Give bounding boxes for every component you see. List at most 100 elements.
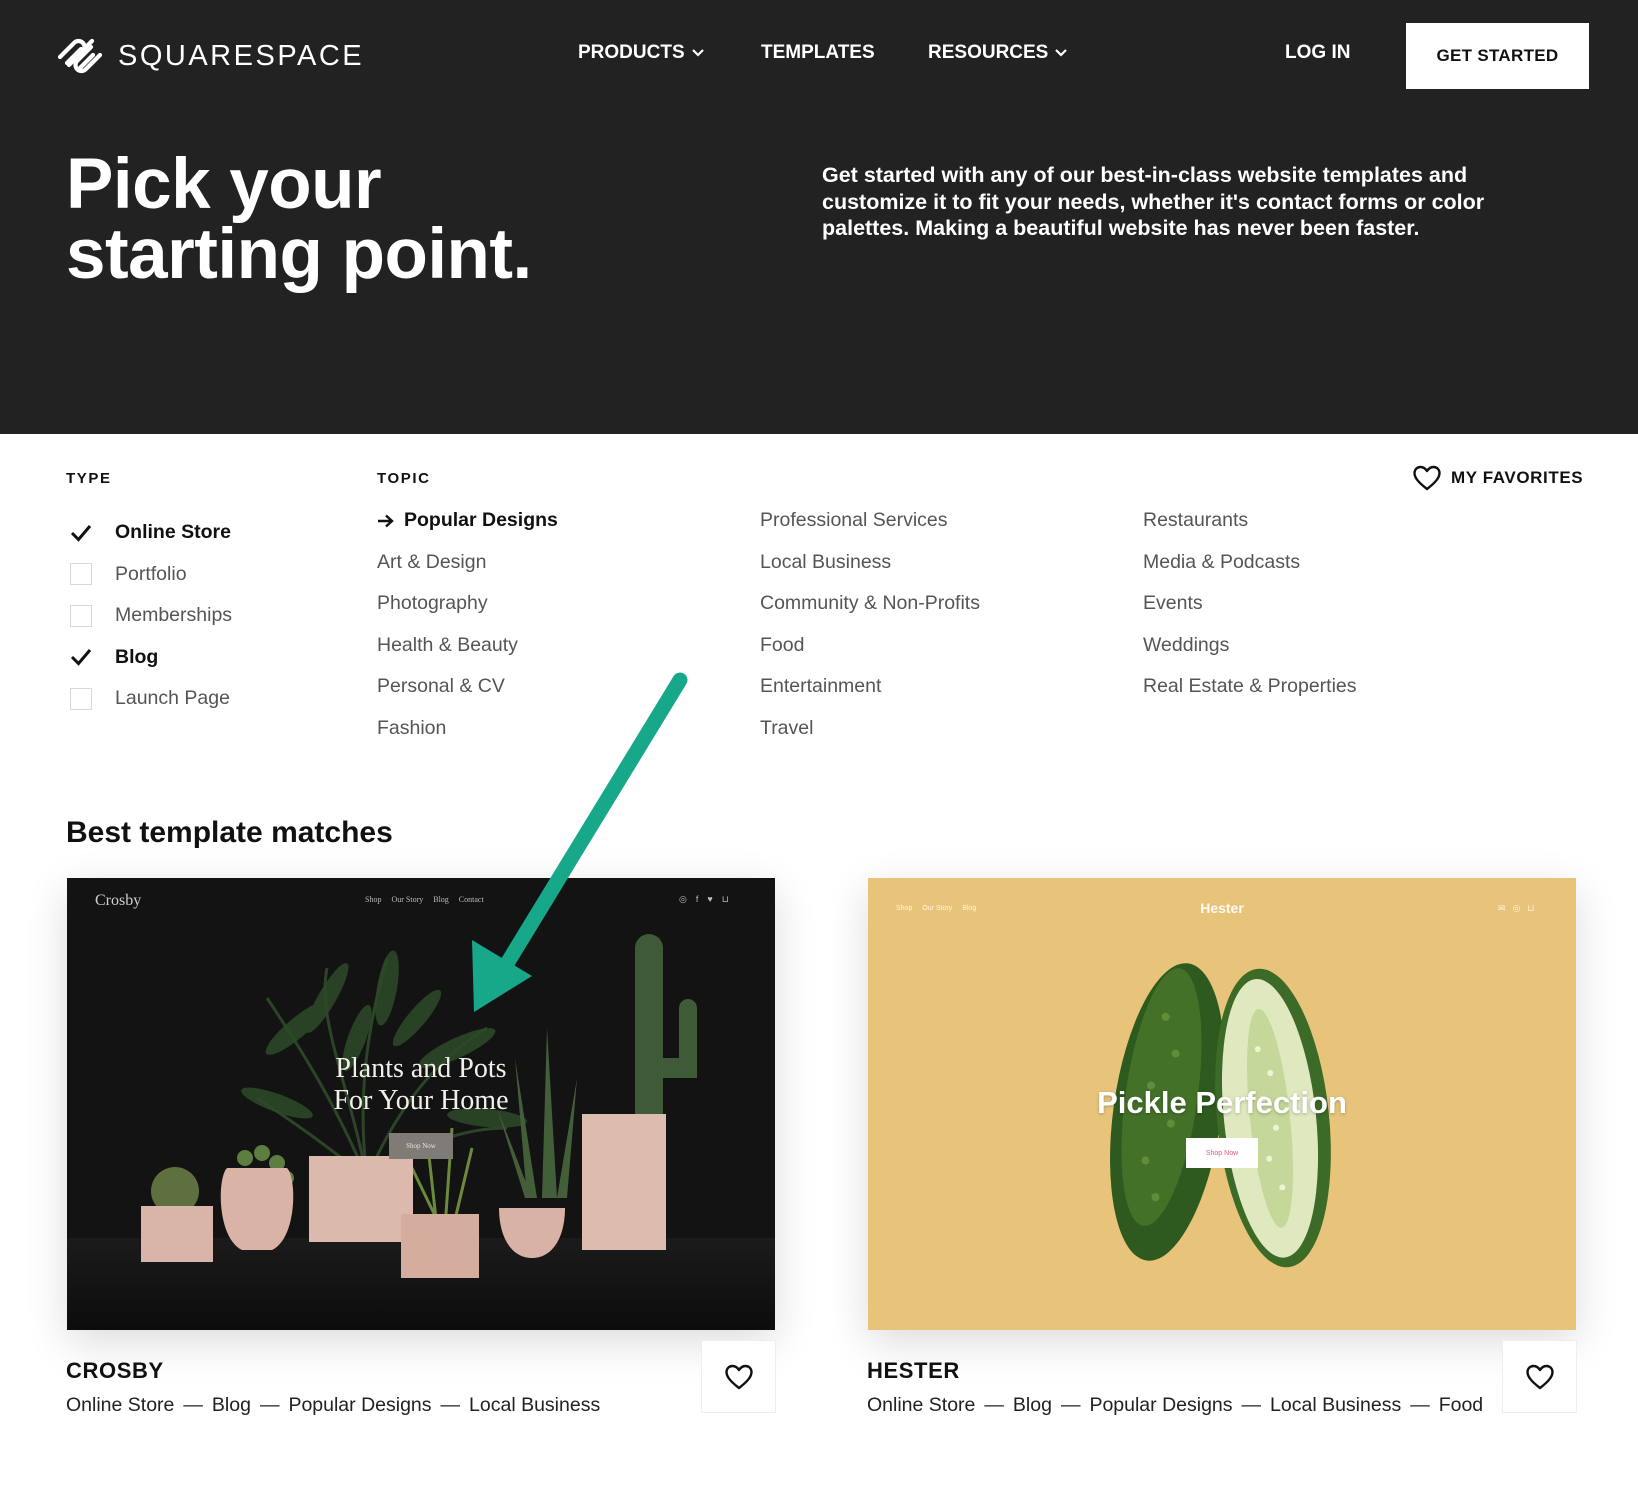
checkbox-unchecked[interactable] bbox=[70, 604, 92, 627]
topic-health-beauty[interactable]: Health & Beauty bbox=[377, 634, 558, 676]
heart-icon bbox=[724, 1364, 753, 1389]
preview-brand: Crosby bbox=[95, 892, 142, 909]
topic-column-2: Professional Services Local Business Com… bbox=[760, 509, 980, 758]
template-tag: Online Store bbox=[867, 1394, 976, 1416]
topic-entertainment[interactable]: Entertainment bbox=[760, 675, 980, 717]
preview-nav-link: Blog bbox=[433, 895, 449, 904]
template-name[interactable]: HESTER bbox=[867, 1358, 960, 1384]
template-tag: Blog bbox=[1012, 1394, 1052, 1416]
topic-travel[interactable]: Travel bbox=[760, 717, 980, 759]
nav-products[interactable]: PRODUCTS bbox=[578, 42, 705, 64]
favorite-button[interactable] bbox=[1502, 1340, 1577, 1413]
topic-food[interactable]: Food bbox=[760, 634, 980, 676]
preview-shop-button: Shop Now bbox=[389, 1133, 453, 1159]
page-title: Pick your starting point. bbox=[66, 145, 532, 294]
template-card-hester: Shop Our Story Blog Hester ✉ ◎ ⊔ Pickle … bbox=[867, 878, 1577, 1416]
type-filter-list: Online Store Portfolio Memberships Blog … bbox=[70, 512, 232, 720]
preview-nav-link: Contact bbox=[458, 895, 484, 904]
preview-nav-links: Shop Our Story Blog Contact bbox=[365, 895, 484, 904]
topic-local-business[interactable]: Local Business bbox=[760, 551, 980, 593]
login-link[interactable]: LOG IN bbox=[1285, 42, 1350, 64]
get-started-button[interactable]: GET STARTED bbox=[1406, 23, 1589, 89]
brand-name: SQUARESPACE bbox=[118, 39, 365, 72]
topic-events[interactable]: Events bbox=[1143, 592, 1357, 634]
hester-preview: Shop Our Story Blog Hester ✉ ◎ ⊔ Pickle … bbox=[868, 878, 1576, 1330]
hero-section: SQUARESPACE PRODUCTS TEMPLATES RESOURCES… bbox=[0, 0, 1638, 434]
preview-headline: Pickle Perfection bbox=[1097, 1085, 1347, 1120]
topic-professional-services[interactable]: Professional Services bbox=[760, 509, 980, 551]
checkbox-checked[interactable] bbox=[70, 521, 92, 544]
topic-art-design[interactable]: Art & Design bbox=[377, 551, 558, 593]
type-option-blog[interactable]: Blog bbox=[70, 637, 232, 679]
topic-community-non-profits[interactable]: Community & Non-Profits bbox=[760, 592, 980, 634]
checkbox-checked[interactable] bbox=[70, 646, 92, 669]
chevron-down-icon bbox=[1055, 49, 1068, 57]
template-tag: Blog bbox=[211, 1394, 251, 1416]
preview-nav-link: Shop bbox=[365, 895, 382, 904]
topic-weddings[interactable]: Weddings bbox=[1143, 634, 1357, 676]
cart-icon: ⊔ bbox=[721, 894, 729, 904]
checkbox-unchecked[interactable] bbox=[70, 563, 92, 586]
topic-heading: TOPIC bbox=[377, 470, 431, 487]
squarespace-logo-icon bbox=[57, 38, 103, 74]
mail-icon: ✉ bbox=[1498, 903, 1506, 913]
template-tag: Local Business bbox=[469, 1394, 601, 1416]
type-option-label: Online Store bbox=[115, 521, 231, 544]
template-tag: Food bbox=[1438, 1394, 1484, 1416]
topic-real-estate-properties[interactable]: Real Estate & Properties bbox=[1143, 675, 1357, 717]
crosby-preview: Crosby Shop Our Story Blog Contact ◎ f ♥… bbox=[67, 878, 775, 1330]
preview-nav-link: Our Story bbox=[391, 895, 424, 904]
type-option-launch-page[interactable]: Launch Page bbox=[70, 678, 232, 720]
preview-social-icons: ◎ f ♥ ⊔ bbox=[679, 894, 729, 905]
type-option-memberships[interactable]: Memberships bbox=[70, 595, 232, 637]
template-tag: Local Business bbox=[1270, 1394, 1402, 1416]
squarespace-logo[interactable]: SQUARESPACE bbox=[54, 35, 364, 77]
my-favorites-label: MY FAVORITES bbox=[1451, 468, 1584, 487]
preview-brand: Hester bbox=[1200, 900, 1244, 916]
template-card-crosby: Crosby Shop Our Story Blog Contact ◎ f ♥… bbox=[66, 878, 776, 1416]
results-heading: Best template matches bbox=[66, 816, 393, 849]
checkmark-icon bbox=[70, 524, 92, 542]
topic-label: Popular Designs bbox=[404, 509, 558, 531]
tag-separator: — bbox=[183, 1394, 203, 1416]
page-title-line2: starting point. bbox=[66, 215, 532, 294]
favorite-button[interactable] bbox=[701, 1340, 776, 1413]
preview-headline-line1: Plants and Pots bbox=[335, 1053, 507, 1084]
type-option-portfolio[interactable]: Portfolio bbox=[70, 554, 232, 596]
topic-column-1: Popular Designs Art & Design Photography… bbox=[377, 509, 558, 758]
topic-photography[interactable]: Photography bbox=[377, 592, 558, 634]
topic-media-podcasts[interactable]: Media & Podcasts bbox=[1143, 551, 1357, 593]
heart-icon bbox=[1525, 1364, 1554, 1389]
page-title-line1: Pick your bbox=[66, 145, 382, 224]
my-favorites-button[interactable]: MY FAVORITES bbox=[1412, 464, 1583, 492]
topic-fashion[interactable]: Fashion bbox=[377, 717, 558, 759]
nav-templates[interactable]: TEMPLATES bbox=[761, 42, 875, 64]
topic-restaurants[interactable]: Restaurants bbox=[1143, 509, 1357, 551]
type-option-label: Portfolio bbox=[115, 562, 187, 585]
checkbox-unchecked[interactable] bbox=[70, 687, 92, 710]
instagram-icon: ◎ bbox=[679, 894, 687, 904]
template-tags: Online Store — Blog — Popular Designs — Local … bbox=[66, 1394, 600, 1417]
type-option-online-store[interactable]: Online Store bbox=[70, 512, 232, 554]
template-tag: Popular Designs bbox=[288, 1394, 432, 1416]
tag-separator: — bbox=[440, 1394, 461, 1416]
preview-headline-line2: For Your Home bbox=[333, 1085, 509, 1116]
topic-popular-designs[interactable]: Popular Designs bbox=[377, 509, 558, 551]
nav-resources[interactable]: RESOURCES bbox=[928, 42, 1068, 64]
type-heading: TYPE bbox=[66, 470, 112, 487]
checkmark-icon bbox=[70, 649, 92, 666]
topic-column-3: Restaurants Media & Podcasts Events Wedd… bbox=[1143, 509, 1357, 717]
template-preview[interactable]: Crosby Shop Our Story Blog Contact ◎ f ♥… bbox=[67, 878, 775, 1330]
instagram-icon: ◎ bbox=[1512, 903, 1521, 913]
template-preview[interactable]: Shop Our Story Blog Hester ✉ ◎ ⊔ Pickle … bbox=[868, 878, 1576, 1330]
template-tag: Online Store bbox=[66, 1394, 175, 1416]
nav-products-label: PRODUCTS bbox=[578, 42, 685, 63]
heart-icon bbox=[1413, 465, 1441, 491]
type-option-label: Memberships bbox=[115, 604, 233, 627]
type-option-label: Launch Page bbox=[115, 687, 230, 710]
template-name[interactable]: CROSBY bbox=[66, 1358, 164, 1384]
facebook-icon: f bbox=[695, 894, 699, 904]
topic-personal-cv[interactable]: Personal & CV bbox=[377, 675, 558, 717]
cart-icon: ⊔ bbox=[1527, 903, 1535, 913]
preview-headline: Plants and Pots For Your Home bbox=[67, 1053, 775, 1117]
